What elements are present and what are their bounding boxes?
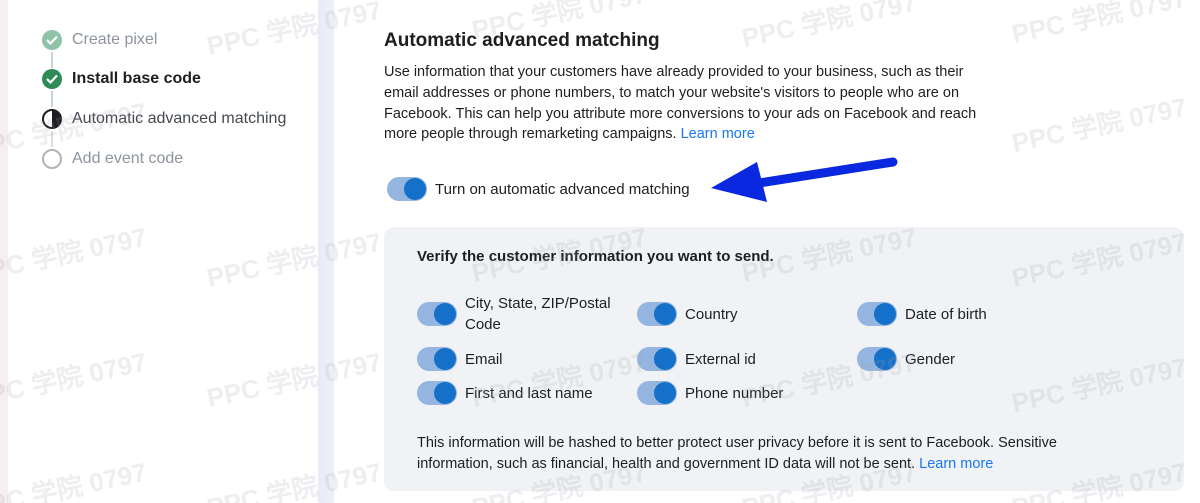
main-panel: Automatic advanced matching Use informat… — [334, 0, 1200, 503]
city-state-zip-toggle[interactable] — [417, 302, 457, 326]
phone-number-toggle[interactable] — [637, 381, 677, 405]
field-label: Country — [685, 305, 738, 323]
field-city-state-zip: City, State, ZIP/Postal Code — [417, 293, 617, 335]
empty-circle-icon — [42, 149, 62, 169]
automatic-matching-toggle-label: Turn on automatic advanced matching — [435, 180, 690, 198]
step-connector — [51, 52, 53, 68]
section-title: Automatic advanced matching — [384, 30, 660, 51]
field-date-of-birth: Date of birth — [857, 302, 987, 326]
automatic-matching-toggle[interactable] — [387, 177, 427, 201]
step-install-base-code[interactable]: Install base code — [42, 67, 201, 91]
verify-title: Verify the customer information you want… — [417, 248, 774, 265]
field-gender: Gender — [857, 347, 955, 371]
panel-divider — [318, 0, 334, 503]
step-label: Add event code — [72, 150, 184, 167]
toggle-knob — [654, 382, 676, 404]
field-label: Gender — [905, 350, 956, 368]
setup-steps-sidebar: Create pixel Install base code Automatic… — [0, 0, 318, 503]
country-toggle[interactable] — [637, 302, 677, 326]
toggle-knob — [654, 303, 676, 325]
step-connector — [51, 91, 53, 107]
step-label: Automatic advanced matching — [72, 110, 287, 127]
toggle-knob — [404, 178, 426, 200]
learn-more-link[interactable]: Learn more — [681, 126, 755, 142]
toggle-knob — [874, 303, 896, 325]
toggle-knob — [654, 348, 676, 370]
learn-more-link[interactable]: Learn more — [919, 456, 993, 472]
step-label: Create pixel — [72, 31, 158, 48]
step-label: Install base code — [72, 70, 201, 87]
external-id-toggle[interactable] — [637, 347, 677, 371]
privacy-note: This information will be hashed to bette… — [417, 433, 1117, 475]
toggle-knob — [434, 348, 456, 370]
step-automatic-advanced-matching[interactable]: Automatic advanced matching — [42, 107, 286, 131]
step-connector — [51, 131, 53, 147]
gender-toggle[interactable] — [857, 347, 897, 371]
step-add-event-code[interactable]: Add event code — [42, 147, 183, 171]
toggle-knob — [434, 382, 456, 404]
date-of-birth-toggle[interactable] — [857, 302, 897, 326]
half-circle-progress-icon — [42, 109, 62, 129]
field-label: Email — [465, 350, 503, 368]
blue-arrow-annotation — [711, 157, 898, 202]
checkmark-icon — [42, 69, 62, 89]
field-label: City, State, ZIP/Postal Code — [465, 295, 611, 333]
first-last-name-toggle[interactable] — [417, 381, 457, 405]
email-toggle[interactable] — [417, 347, 457, 371]
field-label: Phone number — [685, 384, 784, 402]
field-label: Date of birth — [905, 305, 987, 323]
checkmark-icon — [42, 30, 62, 50]
verify-customer-info-panel: Verify the customer information you want… — [384, 227, 1184, 491]
section-description: Use information that your customers have… — [384, 62, 994, 145]
field-first-last-name: First and last name — [417, 381, 593, 405]
field-phone-number: Phone number — [637, 381, 783, 405]
step-create-pixel[interactable]: Create pixel — [42, 28, 157, 52]
field-label: External id — [685, 350, 756, 368]
field-external-id: External id — [637, 347, 756, 371]
field-email: Email — [417, 347, 503, 371]
field-label: First and last name — [465, 384, 593, 402]
toggle-knob — [434, 303, 456, 325]
automatic-matching-toggle-row: Turn on automatic advanced matching — [387, 177, 690, 201]
field-country: Country — [637, 302, 738, 326]
toggle-knob — [874, 348, 896, 370]
